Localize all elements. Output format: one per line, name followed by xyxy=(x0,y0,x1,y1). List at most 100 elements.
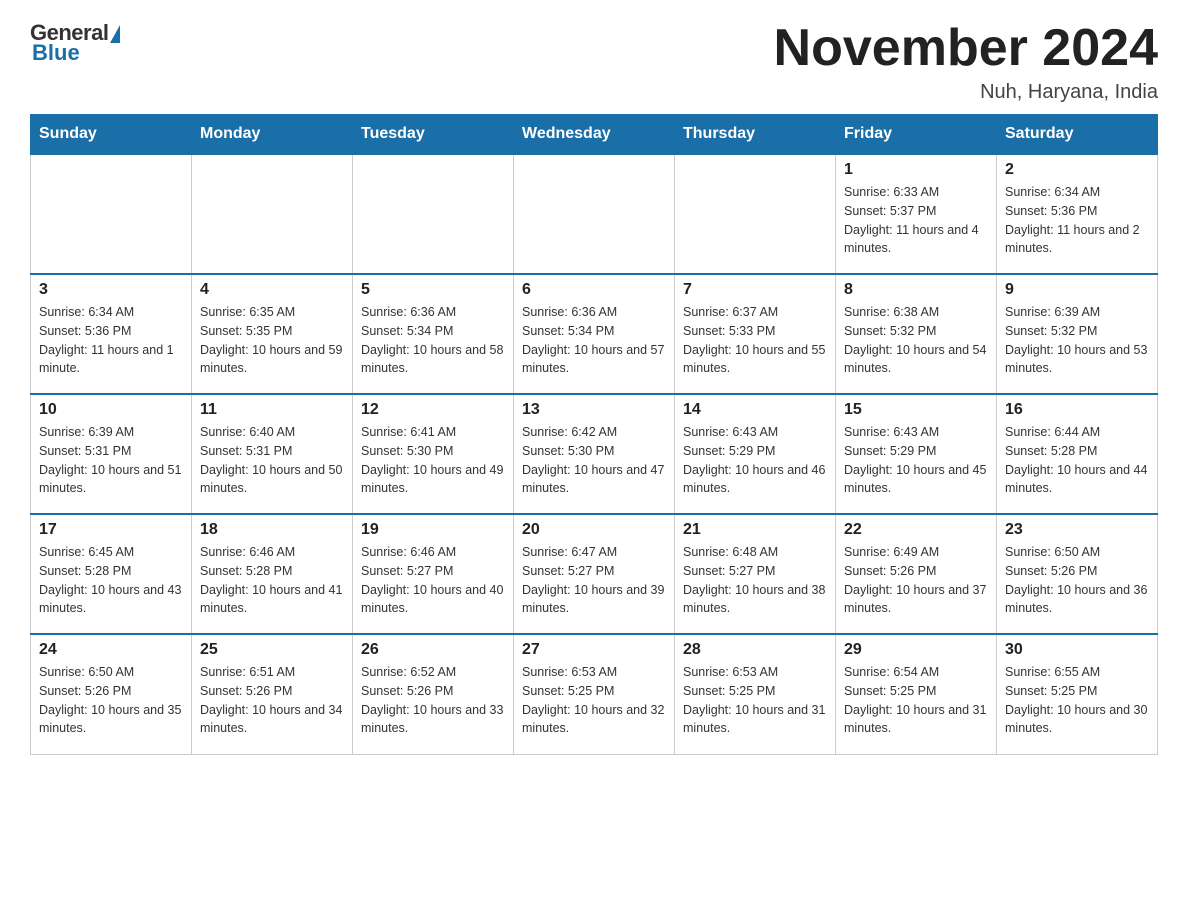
day-number: 11 xyxy=(200,401,344,419)
day-number: 2 xyxy=(1005,161,1149,179)
day-number: 6 xyxy=(522,281,666,299)
day-info: Sunrise: 6:34 AMSunset: 5:36 PMDaylight:… xyxy=(39,303,183,378)
calendar-cell: 14Sunrise: 6:43 AMSunset: 5:29 PMDayligh… xyxy=(675,394,836,514)
day-number: 29 xyxy=(844,641,988,659)
calendar-header: SundayMondayTuesdayWednesdayThursdayFrid… xyxy=(31,115,1158,155)
day-info: Sunrise: 6:43 AMSunset: 5:29 PMDaylight:… xyxy=(844,423,988,498)
weekday-header-thursday: Thursday xyxy=(675,115,836,155)
calendar-cell: 11 Sunrise: 6:40 AMSunset: 5:31 PMDayligh… xyxy=(192,394,353,514)
day-info: Sunrise: 6:42 AMSunset: 5:30 PMDaylight:… xyxy=(522,423,666,498)
day-info: Sunrise: 6:36 AMSunset: 5:34 PMDaylight:… xyxy=(522,303,666,378)
calendar-cell: 23 Sunrise: 6:50 AMSunset: 5:26 PMDayligh… xyxy=(997,514,1158,634)
day-number: 19 xyxy=(361,521,505,539)
calendar-cell: 6 Sunrise: 6:36 AMSunset: 5:34 PMDaylight… xyxy=(514,274,675,394)
day-info: Sunrise: 6:49 AMSunset: 5:26 PMDaylight:… xyxy=(844,543,988,618)
day-info: Sunrise: 6:46 AMSunset: 5:28 PMDaylight:… xyxy=(200,543,344,618)
day-number: 30 xyxy=(1005,641,1149,659)
calendar-cell: 20 Sunrise: 6:47 AMSunset: 5:27 PMDayligh… xyxy=(514,514,675,634)
calendar-cell xyxy=(675,154,836,274)
day-number: 10 xyxy=(39,401,183,419)
title-block: November 2024 Nuh, Haryana, India xyxy=(774,20,1158,104)
calendar-cell xyxy=(31,154,192,274)
day-info: Sunrise: 6:55 AMSunset: 5:25 PMDaylight:… xyxy=(1005,663,1149,738)
day-info: Sunrise: 6:40 AMSunset: 5:31 PMDaylight:… xyxy=(200,423,344,498)
day-number: 1 xyxy=(844,161,988,179)
day-info: Sunrise: 6:41 AMSunset: 5:30 PMDaylight:… xyxy=(361,423,505,498)
day-info: Sunrise: 6:39 AMSunset: 5:31 PMDaylight:… xyxy=(39,423,183,498)
calendar-cell: 29 Sunrise: 6:54 AMSunset: 5:25 PMDayligh… xyxy=(836,634,997,754)
day-number: 9 xyxy=(1005,281,1149,299)
day-info: Sunrise: 6:51 AMSunset: 5:26 PMDaylight:… xyxy=(200,663,344,738)
day-info: Sunrise: 6:44 AMSunset: 5:28 PMDaylight:… xyxy=(1005,423,1149,498)
calendar-cell: 9 Sunrise: 6:39 AMSunset: 5:32 PMDaylight… xyxy=(997,274,1158,394)
calendar-cell: 28 Sunrise: 6:53 AMSunset: 5:25 PMDayligh… xyxy=(675,634,836,754)
day-number: 13 xyxy=(522,401,666,419)
day-info: Sunrise: 6:47 AMSunset: 5:27 PMDaylight:… xyxy=(522,543,666,618)
day-number: 4 xyxy=(200,281,344,299)
day-info: Sunrise: 6:36 AMSunset: 5:34 PMDaylight:… xyxy=(361,303,505,378)
day-number: 23 xyxy=(1005,521,1149,539)
calendar-cell: 22 Sunrise: 6:49 AMSunset: 5:26 PMDayligh… xyxy=(836,514,997,634)
day-number: 22 xyxy=(844,521,988,539)
calendar-cell: 10 Sunrise: 6:39 AMSunset: 5:31 PMDayligh… xyxy=(31,394,192,514)
calendar-cell xyxy=(192,154,353,274)
calendar-cell: 26 Sunrise: 6:52 AMSunset: 5:26 PMDayligh… xyxy=(353,634,514,754)
day-info: Sunrise: 6:39 AMSunset: 5:32 PMDaylight:… xyxy=(1005,303,1149,378)
calendar-cell xyxy=(353,154,514,274)
weekday-header-monday: Monday xyxy=(192,115,353,155)
day-number: 8 xyxy=(844,281,988,299)
day-info: Sunrise: 6:43 AMSunset: 5:29 PMDaylight:… xyxy=(683,423,827,498)
day-info: Sunrise: 6:45 AMSunset: 5:28 PMDaylight:… xyxy=(39,543,183,618)
calendar-cell: 18 Sunrise: 6:46 AMSunset: 5:28 PMDayligh… xyxy=(192,514,353,634)
day-number: 18 xyxy=(200,521,344,539)
day-info: Sunrise: 6:53 AMSunset: 5:25 PMDaylight:… xyxy=(683,663,827,738)
calendar-cell: 13 Sunrise: 6:42 AMSunset: 5:30 PMDayligh… xyxy=(514,394,675,514)
calendar-cell: 1 Sunrise: 6:33 AMSunset: 5:37 PMDaylight… xyxy=(836,154,997,274)
day-info: Sunrise: 6:33 AMSunset: 5:37 PMDaylight:… xyxy=(844,183,988,258)
day-info: Sunrise: 6:53 AMSunset: 5:25 PMDaylight:… xyxy=(522,663,666,738)
weekday-header-friday: Friday xyxy=(836,115,997,155)
calendar-cell: 7 Sunrise: 6:37 AMSunset: 5:33 PMDaylight… xyxy=(675,274,836,394)
calendar-cell: 12 Sunrise: 6:41 AMSunset: 5:30 PMDayligh… xyxy=(353,394,514,514)
logo-blue-text: Blue xyxy=(32,40,80,66)
calendar-table: SundayMondayTuesdayWednesdayThursdayFrid… xyxy=(30,114,1158,755)
day-info: Sunrise: 6:37 AMSunset: 5:33 PMDaylight:… xyxy=(683,303,827,378)
page-header: General Blue November 2024 Nuh, Haryana,… xyxy=(30,20,1158,104)
calendar-cell: 16 Sunrise: 6:44 AMSunset: 5:28 PMDayligh… xyxy=(997,394,1158,514)
calendar-cell: 25Sunrise: 6:51 AMSunset: 5:26 PMDayligh… xyxy=(192,634,353,754)
day-info: Sunrise: 6:50 AMSunset: 5:26 PMDaylight:… xyxy=(1005,543,1149,618)
calendar-cell: 5Sunrise: 6:36 AMSunset: 5:34 PMDaylight… xyxy=(353,274,514,394)
day-info: Sunrise: 6:50 AMSunset: 5:26 PMDaylight:… xyxy=(39,663,183,738)
day-number: 21 xyxy=(683,521,827,539)
day-number: 12 xyxy=(361,401,505,419)
day-number: 27 xyxy=(522,641,666,659)
calendar-body: 1 Sunrise: 6:33 AMSunset: 5:37 PMDaylight… xyxy=(31,154,1158,754)
day-number: 15 xyxy=(844,401,988,419)
calendar-cell: 24Sunrise: 6:50 AMSunset: 5:26 PMDayligh… xyxy=(31,634,192,754)
day-number: 3 xyxy=(39,281,183,299)
calendar-week-3: 10 Sunrise: 6:39 AMSunset: 5:31 PMDayligh… xyxy=(31,394,1158,514)
day-info: Sunrise: 6:48 AMSunset: 5:27 PMDaylight:… xyxy=(683,543,827,618)
calendar-week-2: 3 Sunrise: 6:34 AMSunset: 5:36 PMDaylight… xyxy=(31,274,1158,394)
day-number: 20 xyxy=(522,521,666,539)
day-info: Sunrise: 6:38 AMSunset: 5:32 PMDaylight:… xyxy=(844,303,988,378)
day-info: Sunrise: 6:35 AMSunset: 5:35 PMDaylight:… xyxy=(200,303,344,378)
day-number: 28 xyxy=(683,641,827,659)
calendar-cell: 30 Sunrise: 6:55 AMSunset: 5:25 PMDayligh… xyxy=(997,634,1158,754)
day-info: Sunrise: 6:54 AMSunset: 5:25 PMDaylight:… xyxy=(844,663,988,738)
month-title: November 2024 xyxy=(774,20,1158,77)
day-number: 7 xyxy=(683,281,827,299)
day-number: 16 xyxy=(1005,401,1149,419)
calendar-cell: 21 Sunrise: 6:48 AMSunset: 5:27 PMDayligh… xyxy=(675,514,836,634)
weekday-header-saturday: Saturday xyxy=(997,115,1158,155)
weekday-header-row: SundayMondayTuesdayWednesdayThursdayFrid… xyxy=(31,115,1158,155)
calendar-cell: 19Sunrise: 6:46 AMSunset: 5:27 PMDayligh… xyxy=(353,514,514,634)
day-number: 26 xyxy=(361,641,505,659)
day-info: Sunrise: 6:52 AMSunset: 5:26 PMDaylight:… xyxy=(361,663,505,738)
calendar-cell: 8 Sunrise: 6:38 AMSunset: 5:32 PMDaylight… xyxy=(836,274,997,394)
weekday-header-tuesday: Tuesday xyxy=(353,115,514,155)
calendar-cell: 4 Sunrise: 6:35 AMSunset: 5:35 PMDaylight… xyxy=(192,274,353,394)
location-text: Nuh, Haryana, India xyxy=(774,81,1158,104)
day-info: Sunrise: 6:34 AMSunset: 5:36 PMDaylight:… xyxy=(1005,183,1149,258)
logo: General Blue xyxy=(30,20,120,66)
